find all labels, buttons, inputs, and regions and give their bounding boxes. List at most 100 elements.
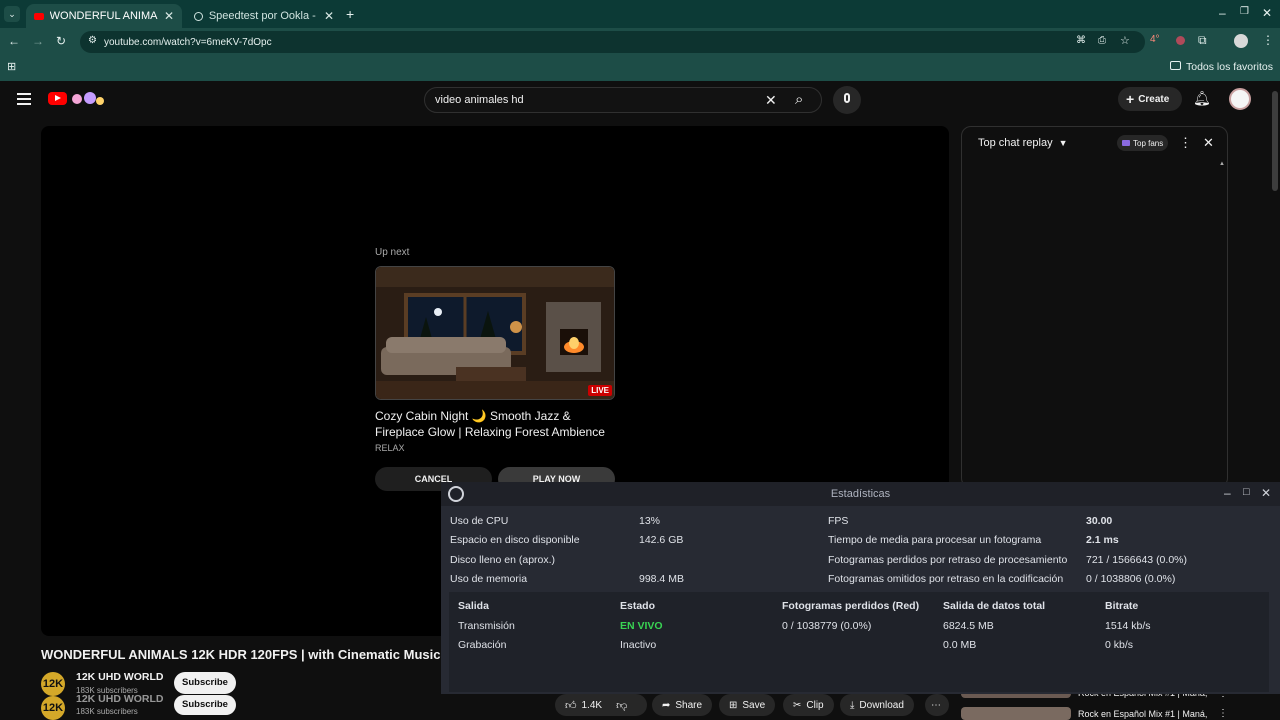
subscribe-button[interactable]: Subscribe [174,672,236,694]
share-button[interactable]: ➦ Share [652,694,713,716]
stat-label: FPS [828,515,849,527]
bookmark-star-icon[interactable]: ☆ [1120,34,1130,47]
apps-grid-icon[interactable]: ⊞ [7,60,16,73]
subscriber-count: 183K subscribers [76,707,138,716]
back-icon[interactable]: ← [8,34,20,48]
chat-mode-dropdown[interactable]: Top chat replay ▼ [978,137,1068,149]
recommended-thumbnail[interactable] [961,707,1071,720]
search-input[interactable]: video animales hd ✕ ⌕ [424,87,822,113]
all-bookmarks-link[interactable]: Todos los favoritos [1186,61,1273,73]
channel-name[interactable]: 12K UHD WORLD [76,671,164,683]
live-status: EN VIVO [620,620,663,632]
recommended-more-icon[interactable]: ⋮ [1218,708,1228,719]
window-close-icon[interactable]: ✕ [1261,486,1271,500]
tab-search-icon[interactable]: ⌄ [4,6,20,22]
browser-tab-bar: ⌄ WONDERFUL ANIMALS 1 ✕ Speedtest por Oo… [0,0,1280,28]
stat-label: Tiempo de media para procesar un fotogra… [828,534,1042,546]
column-header: Salida de datos total [943,600,1046,612]
stat-value: 721 / 1566643 (0.0%) [1086,554,1187,566]
column-header: Salida [458,600,489,612]
menu-kebab-icon[interactable]: ⋮ [1262,33,1274,47]
search-icon[interactable]: ⌕ [795,91,803,108]
close-icon[interactable]: ✕ [164,9,174,23]
tab-youtube[interactable]: WONDERFUL ANIMALS 1 ✕ [26,4,182,28]
translate-icon[interactable]: ⌘ [1076,35,1086,46]
new-tab-icon[interactable]: + [346,6,354,22]
tab-title: Speedtest por Ookla - La [208,10,318,22]
channel-avatar[interactable]: 12K [41,672,65,696]
video-title: WONDERFUL ANIMALS 12K HDR 120FPS | with … [41,647,441,662]
recommended-title[interactable]: Rock en Español Mix #1 | Maná, [1078,709,1207,719]
clip-label: Clip [806,699,824,711]
minimize-icon[interactable]: – [1224,486,1231,500]
table-cell: 1514 kb/s [1105,620,1151,632]
download-label: Download [859,699,904,711]
obs-logo-icon [448,486,464,502]
chevron-down-icon: ▼ [1058,138,1068,148]
youtube-logo[interactable] [48,92,67,105]
omnibox[interactable]: ⚙ youtube.com/watch?v=6meKV-7dOpc ⌘ ⎙ ☆ [80,31,1145,53]
column-header: Bitrate [1105,600,1139,612]
obs-stats-window: Estadísticas – □ ✕ Uso de CPU 13% Espaci… [441,482,1280,694]
up-next-title[interactable]: Cozy Cabin Night 🌙 Smooth Jazz & Firepla… [375,408,611,440]
extension-badge[interactable]: 4° [1150,34,1160,45]
share-label: Share [675,699,703,711]
window-close-icon[interactable]: ✕ [1262,6,1272,20]
account-avatar[interactable] [1229,88,1251,110]
channel-avatar[interactable]: 12K [41,696,65,720]
close-icon[interactable]: ✕ [324,9,334,23]
table-cell: Transmisión [458,620,515,632]
outputs-table: Salida Estado Fotogramas perdidos (Red) … [449,592,1269,692]
forward-icon[interactable]: → [32,34,44,48]
dislike-icon[interactable]: 👎︎ [616,699,627,712]
hamburger-menu-icon[interactable] [17,93,31,105]
notifications-bell-icon[interactable]: 🔔︎ [1193,90,1211,107]
stat-label: Fotogramas perdidos por retraso de proce… [828,554,1068,566]
tab-speedtest[interactable]: Speedtest por Ookla - La ✕ [186,4,342,28]
save-button[interactable]: ⊞ Save [719,694,776,716]
close-chat-icon[interactable]: ✕ [1203,135,1214,151]
stat-label: Uso de memoria [450,573,528,585]
voice-search-button[interactable] [833,86,861,114]
folder-icon [1170,61,1181,70]
extension-icon[interactable] [1176,36,1185,45]
profile-avatar[interactable] [1234,34,1248,48]
install-icon[interactable]: ⎙ [1098,35,1106,46]
microphone-icon [844,93,850,103]
cabin-scene-image [376,267,614,399]
site-info-icon[interactable]: ⚙ [88,35,97,46]
clip-button[interactable]: ✂ Clip [783,694,834,716]
stat-label: Disco lleno en (aprox.) [450,554,556,566]
doodle-icon[interactable] [70,89,106,107]
url-text: youtube.com/watch?v=6meKV-7dOpc [104,36,272,48]
channel-name[interactable]: 12K UHD WORLD [76,693,164,705]
minimize-icon[interactable]: – [1219,6,1226,20]
download-button[interactable]: ⤓ Download [840,694,914,716]
more-actions-button[interactable]: ⋯ [925,694,949,716]
obs-title-bar[interactable]: Estadísticas [441,482,1280,506]
top-fans-chip[interactable]: Top fans [1117,135,1169,151]
like-count[interactable]: 1.4K [582,700,603,711]
bookmarks-bar: ⊞ Todos los favoritos [0,55,1280,81]
live-chat-panel: Top chat replay ▼ Top fans ⋮ ✕ ▲ [961,126,1228,488]
like-icon[interactable]: 👍︎ [565,699,577,712]
save-label: Save [742,699,766,711]
page-scrollbar[interactable] [1272,91,1278,191]
crown-icon [1122,140,1130,146]
subscribe-button[interactable]: Subscribe [174,695,236,715]
clear-search-icon[interactable]: ✕ [765,92,777,109]
create-button[interactable]: + Create [1118,87,1182,111]
restore-icon[interactable]: ❐ [1240,6,1249,17]
up-next-channel[interactable]: RELAX [375,443,615,453]
up-next-thumbnail[interactable]: LIVE [375,266,615,400]
extensions-puzzle-icon[interactable]: ⧉ [1198,33,1207,48]
share-icon: ➦ [662,699,671,711]
chat-scroll-up-icon[interactable]: ▲ [1219,161,1225,167]
reload-icon[interactable]: ↻ [56,34,66,48]
address-bar-row: ← → ↻ ⚙ youtube.com/watch?v=6meKV-7dOpc … [0,28,1280,55]
table-cell: 0 kb/s [1105,639,1134,651]
up-next-overlay: Up next LIVE Cozy Cabin Night 🌙 Smooth J… [375,247,615,453]
stat-label: Uso de CPU [450,515,509,527]
maximize-icon[interactable]: □ [1243,486,1250,498]
chat-more-icon[interactable]: ⋮ [1179,135,1192,151]
